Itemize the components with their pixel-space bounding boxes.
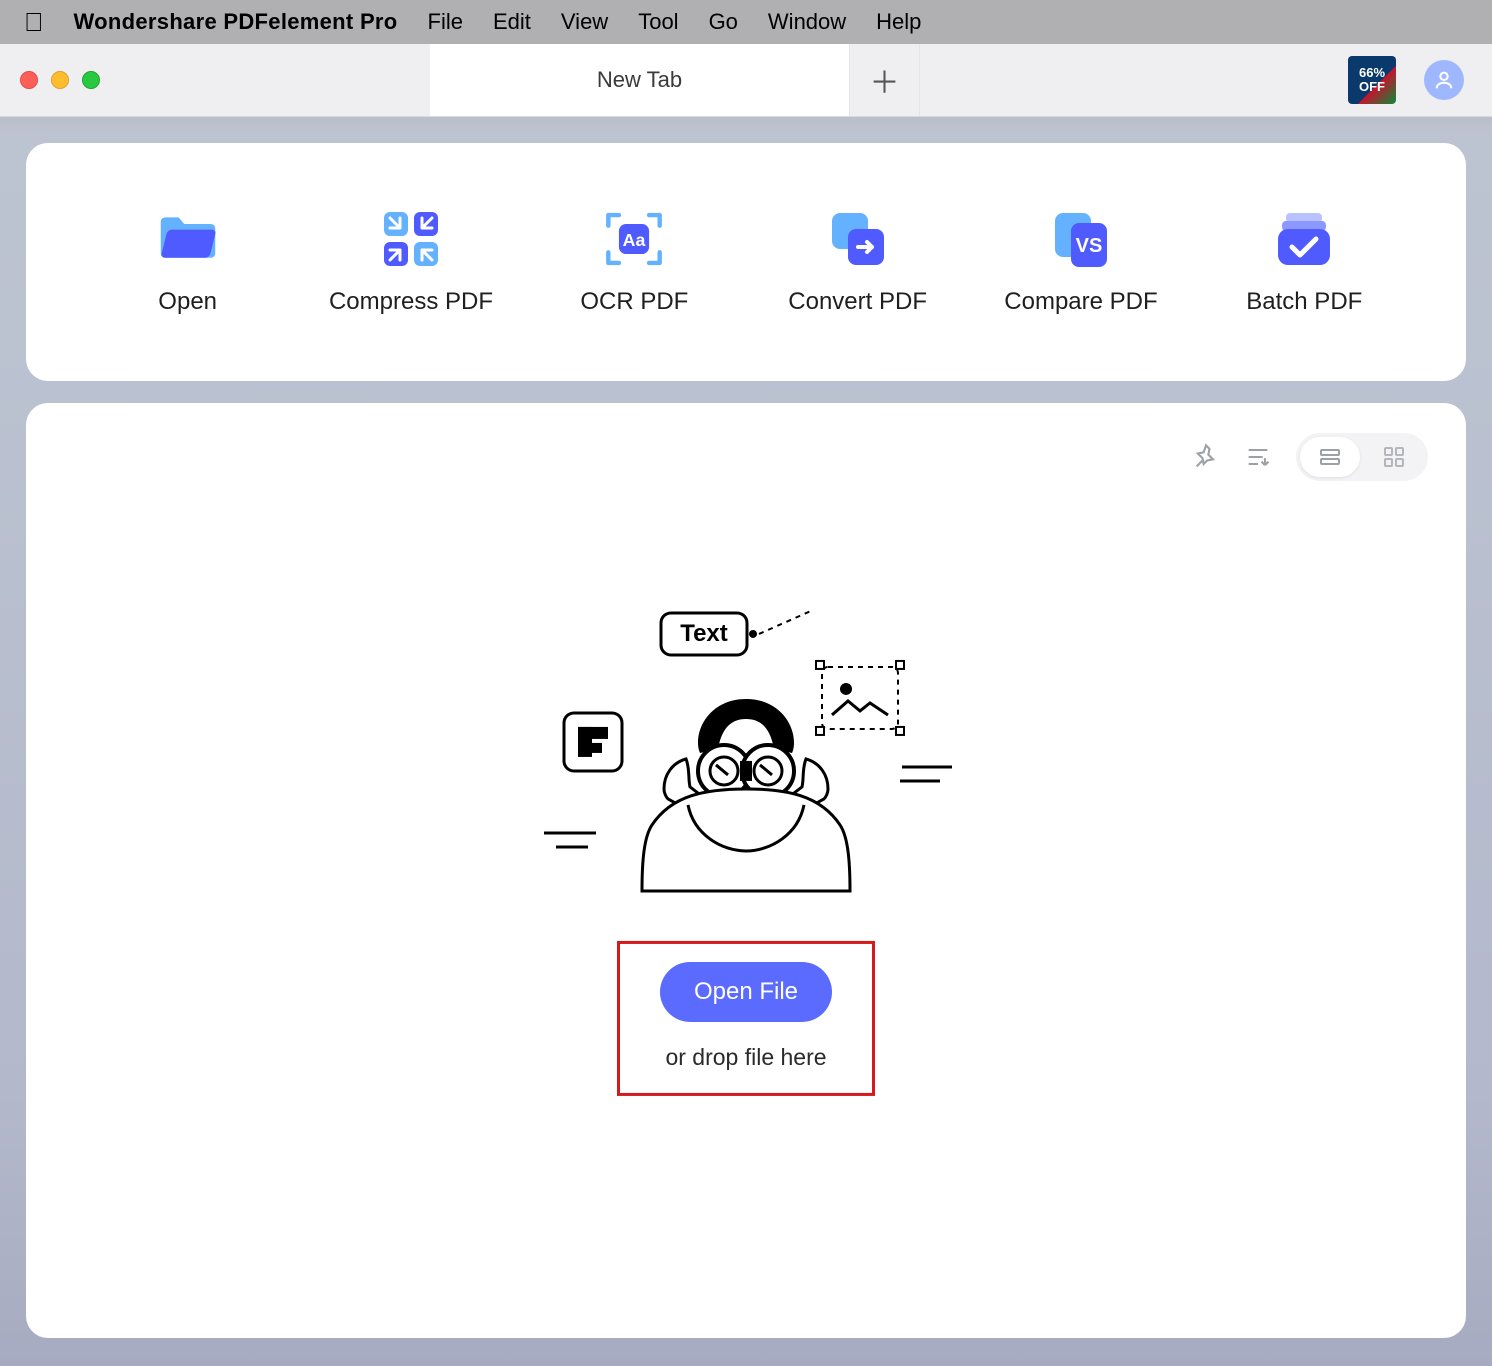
menu-edit[interactable]: Edit: [493, 9, 531, 35]
action-label: OCR PDF: [580, 288, 688, 316]
plus-icon: ＋: [870, 58, 900, 102]
window-zoom-button[interactable]: [82, 71, 100, 89]
view-list-button[interactable]: [1300, 437, 1360, 477]
user-icon: [1433, 69, 1455, 91]
quick-actions-card: Open Compress PDF: [26, 143, 1466, 381]
ocr-icon: Aa: [603, 208, 665, 270]
svg-text:Text: Text: [680, 619, 728, 646]
recent-toolbar: [1192, 433, 1428, 481]
menu-tool[interactable]: Tool: [638, 9, 678, 35]
compare-icon: VS: [1050, 208, 1112, 270]
open-file-button[interactable]: Open File: [660, 961, 832, 1021]
open-file-highlight: Open File or drop file here: [617, 940, 875, 1095]
action-label: Convert PDF: [788, 288, 927, 316]
menu-file[interactable]: File: [428, 9, 463, 35]
account-button[interactable]: [1424, 60, 1464, 100]
promo-badge[interactable]: 66% OFF: [1348, 56, 1396, 104]
menu-view[interactable]: View: [561, 9, 608, 35]
action-compress-pdf[interactable]: Compress PDF: [321, 208, 501, 316]
tab-label: New Tab: [597, 67, 682, 93]
empty-state: Text: [486, 606, 1006, 1095]
open-file-label: Open File: [694, 977, 798, 1004]
window-close-button[interactable]: [20, 71, 38, 89]
svg-text:VS: VS: [1076, 235, 1103, 257]
menu-window[interactable]: Window: [768, 9, 846, 35]
view-toggle: [1296, 433, 1428, 481]
macos-menubar:  Wondershare PDFelement Pro File Edit V…: [0, 0, 1492, 44]
action-ocr-pdf[interactable]: Aa OCR PDF: [544, 208, 724, 316]
action-compare-pdf[interactable]: VS Compare PDF: [991, 208, 1171, 316]
pin-icon[interactable]: [1192, 443, 1220, 471]
menu-go[interactable]: Go: [709, 9, 738, 35]
drop-file-text: or drop file here: [665, 1043, 826, 1070]
app-name[interactable]: Wondershare PDFelement Pro: [74, 9, 398, 35]
folder-open-icon: [157, 208, 219, 270]
action-label: Compress PDF: [329, 288, 493, 316]
window-minimize-button[interactable]: [51, 71, 69, 89]
recent-files-card: Text: [26, 403, 1466, 1338]
action-open[interactable]: Open: [98, 208, 278, 316]
tab-bar: New Tab ＋ 66% OFF: [0, 44, 1492, 117]
action-batch-pdf[interactable]: Batch PDF: [1214, 208, 1394, 316]
action-label: Compare PDF: [1004, 288, 1157, 316]
view-grid-button[interactable]: [1364, 437, 1424, 477]
action-label: Batch PDF: [1246, 288, 1362, 316]
convert-icon: [827, 208, 889, 270]
svg-text:Aa: Aa: [623, 230, 646, 250]
window-controls: [0, 44, 130, 116]
empty-state-illustration: Text: [526, 606, 966, 926]
sort-icon[interactable]: [1244, 443, 1272, 471]
menu-help[interactable]: Help: [876, 9, 921, 35]
action-convert-pdf[interactable]: Convert PDF: [768, 208, 948, 316]
batch-icon: [1273, 208, 1335, 270]
promo-text: 66% OFF: [1348, 66, 1396, 93]
tab-new[interactable]: New Tab: [430, 44, 850, 116]
apple-menu-icon[interactable]: : [24, 7, 44, 38]
action-label: Open: [158, 288, 217, 316]
content-area: Open Compress PDF: [0, 117, 1492, 1364]
new-tab-button[interactable]: ＋: [850, 44, 920, 116]
compress-icon: [380, 208, 442, 270]
